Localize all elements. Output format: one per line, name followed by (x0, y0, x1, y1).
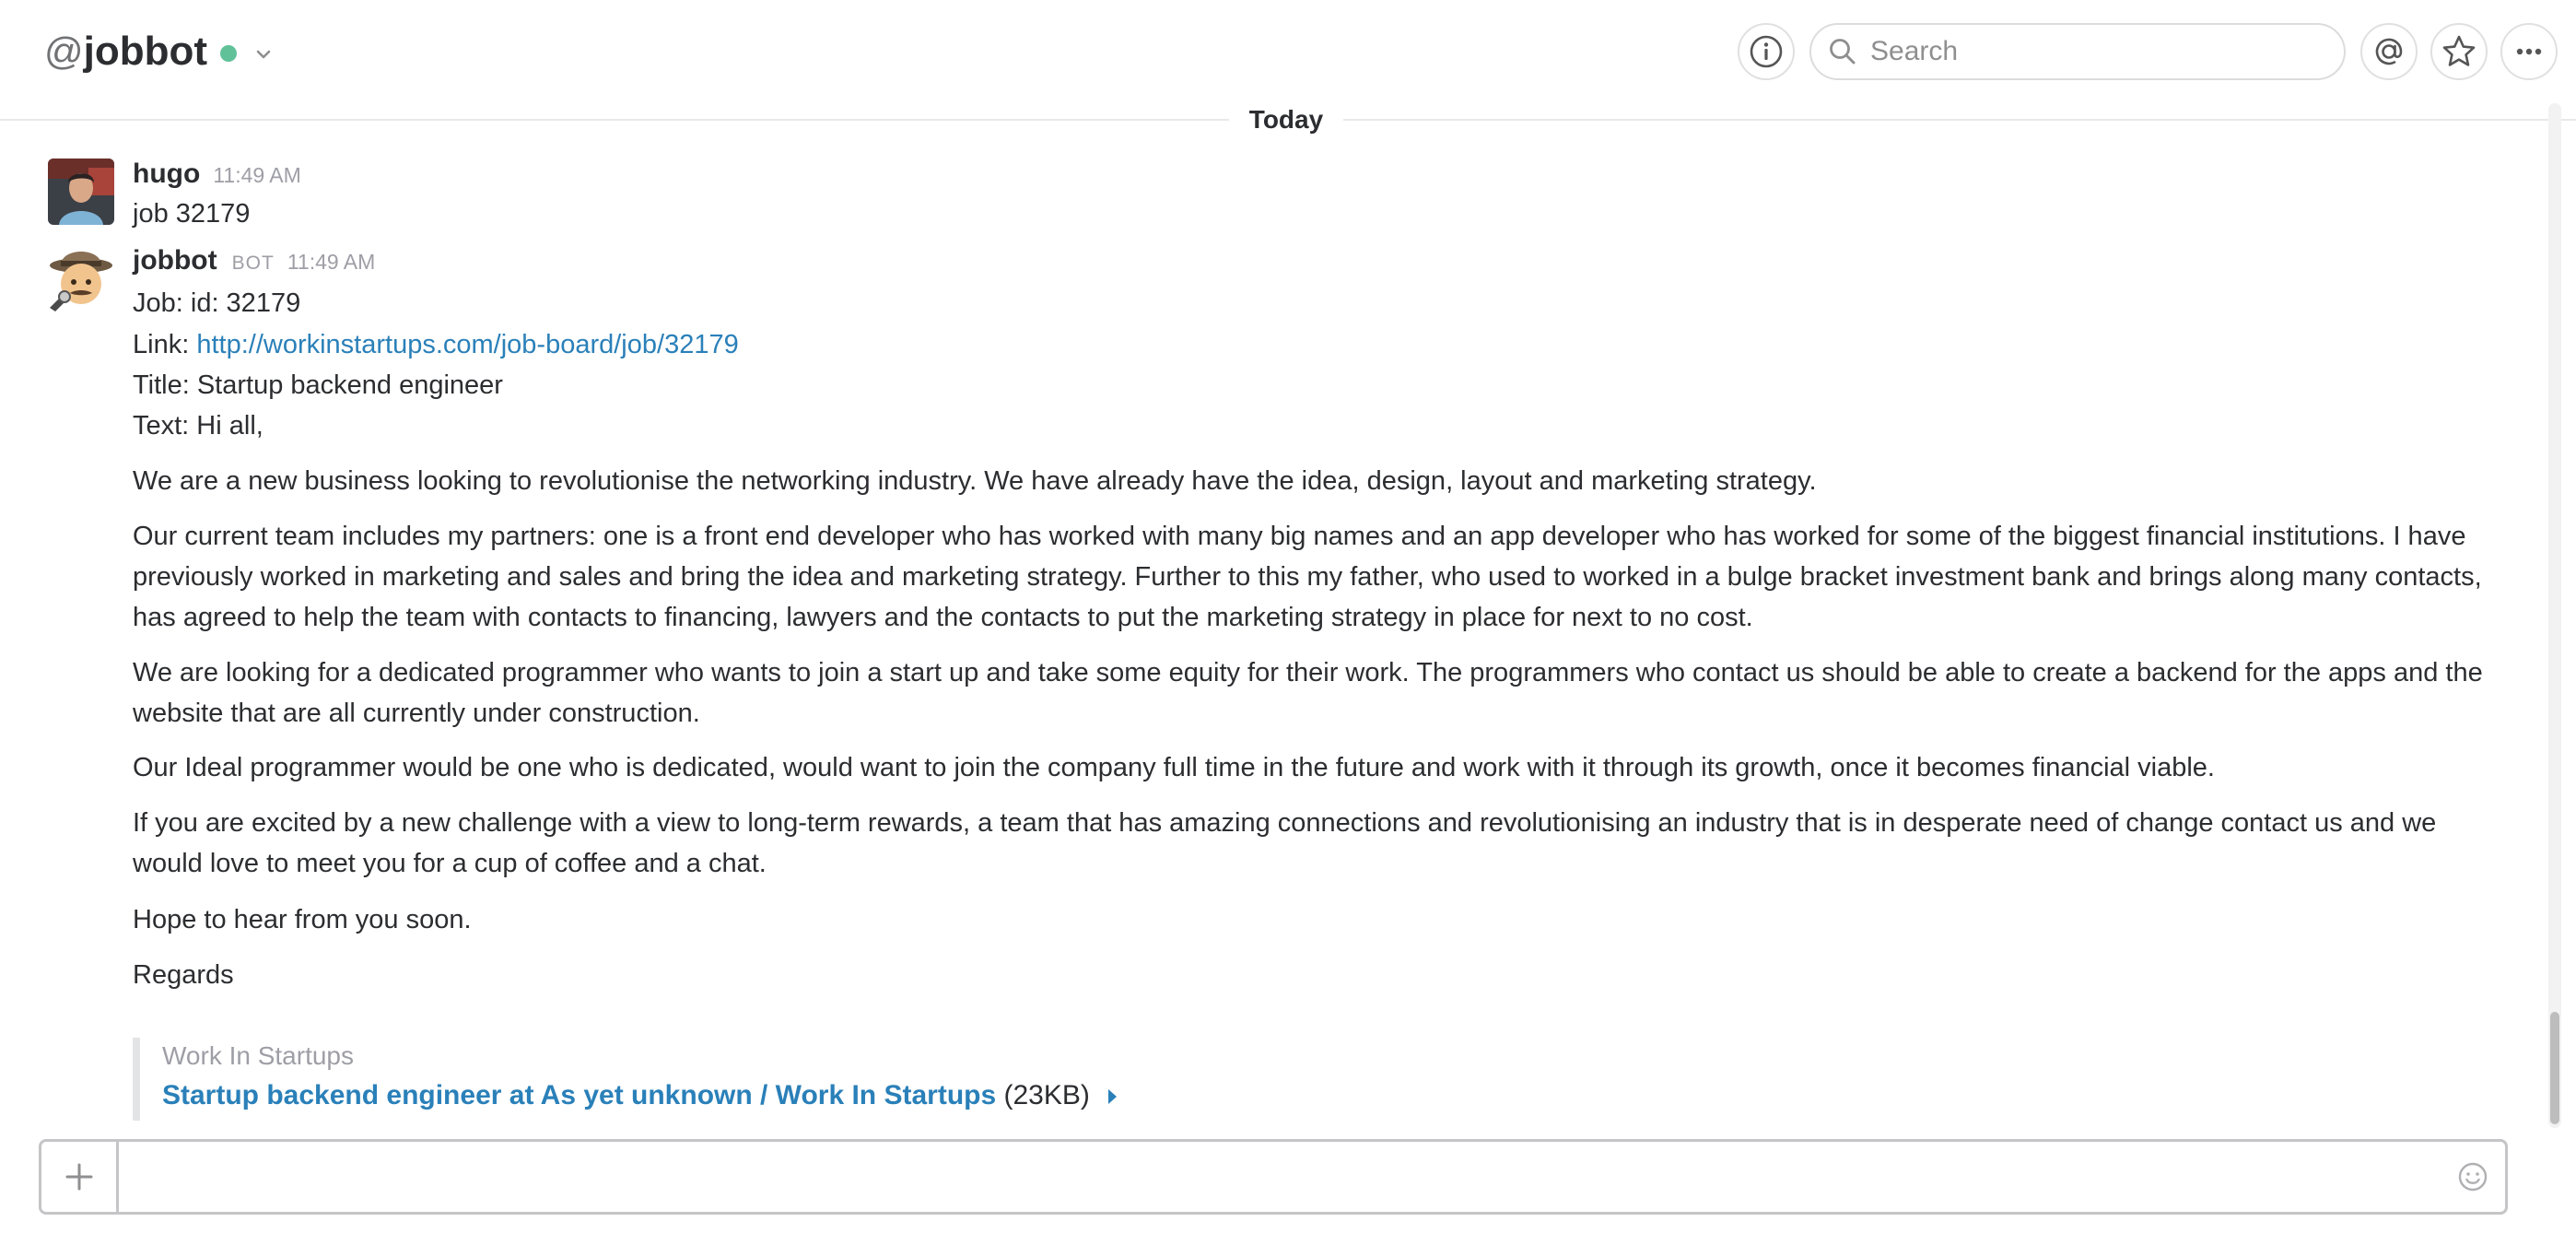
channel-prefix: @ (44, 29, 84, 73)
job-link[interactable]: http://workinstartups.com/job-board/job/… (196, 330, 738, 359)
add-attachment-button[interactable] (41, 1142, 119, 1212)
detective-emoji-icon (50, 252, 112, 311)
info-icon (1750, 35, 1783, 68)
presence-indicator (220, 45, 238, 62)
bot-badge: BOT (231, 253, 275, 274)
attachment-service-name: Work In Startups (162, 1041, 355, 1070)
search-box[interactable] (1809, 23, 2346, 80)
day-divider: Today (1229, 100, 1343, 140)
channel-info-button[interactable] (1738, 23, 1795, 80)
link-label: Link: (133, 330, 197, 359)
job-text-line: Text: Hi all, (133, 411, 263, 441)
message-timestamp[interactable]: 11:49 AM (213, 163, 300, 188)
channel-title[interactable]: @ jobbot (44, 26, 274, 77)
message-paragraph: Our Ideal programmer would be one who is… (133, 753, 2215, 782)
job-title-line: Title: Startup backend engineer (133, 370, 503, 400)
starred-button[interactable] (2430, 23, 2488, 80)
scrollbar-track[interactable] (2548, 103, 2561, 1128)
job-id-line: Job: id: 32179 (133, 288, 301, 318)
message-paragraph: Regards (133, 960, 234, 990)
bot-avatar[interactable] (46, 243, 118, 315)
job-link-line: Link: http://workinstartups.com/job-boar… (133, 324, 739, 365)
message-timestamp[interactable]: 11:49 AM (287, 250, 375, 275)
search-icon (1830, 39, 1856, 65)
user-avatar-image (48, 159, 114, 225)
message-paragraph: If you are excited by a new challenge wi… (133, 808, 2437, 878)
scrollbar-thumb[interactable] (2550, 1012, 2559, 1124)
message-composer (39, 1139, 2508, 1215)
more-icon (2516, 48, 2542, 55)
emoji-icon (2458, 1162, 2488, 1192)
message-header: jobbot BOT 11:49 AM (133, 245, 375, 276)
chevron-down-icon[interactable] (253, 44, 274, 65)
message-paragraph: Hope to hear from you soon. (133, 905, 472, 934)
attachment-title-row: Startup backend engineer at As yet unkno… (162, 1075, 1118, 1117)
message-paragraph: We are looking for a dedicated programme… (133, 658, 2483, 728)
message-author[interactable]: hugo (133, 159, 200, 190)
search-input[interactable] (1870, 36, 2313, 67)
message-paragraph: We are a new business looking to revolut… (133, 466, 1817, 496)
expand-caret-icon[interactable] (1108, 1089, 1118, 1105)
star-icon (2442, 35, 2476, 66)
more-actions-button[interactable] (2500, 23, 2558, 80)
message-header: hugo 11:49 AM (133, 159, 301, 190)
link-unfurl-attachment: Work In Startups Startup backend enginee… (133, 1038, 1118, 1121)
attachment-title-link[interactable]: Startup backend engineer at As yet unkno… (162, 1080, 996, 1110)
message-author[interactable]: jobbot (133, 245, 217, 276)
plus-icon (65, 1163, 92, 1191)
attachment-size: (23KB) (1003, 1080, 1090, 1110)
message-text: job 32179 (133, 199, 251, 229)
channel-name: jobbot (83, 29, 208, 74)
mentions-button[interactable] (2360, 23, 2418, 80)
message-paragraph: Our current team includes my partners: o… (133, 522, 2482, 632)
emoji-button[interactable] (2441, 1142, 2505, 1212)
message-input[interactable] (119, 1142, 2441, 1212)
avatar[interactable] (48, 159, 114, 225)
mentions-icon (2375, 38, 2403, 65)
